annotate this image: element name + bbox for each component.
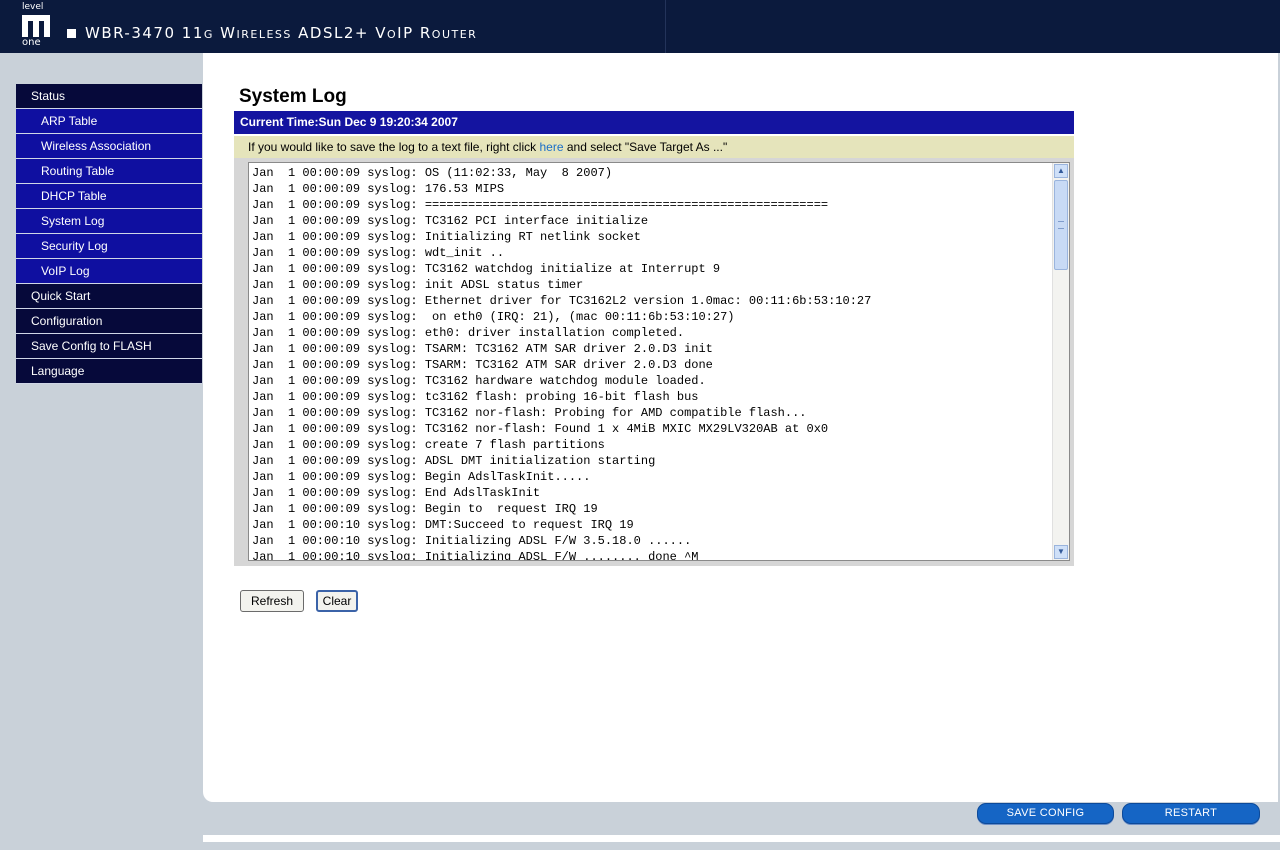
levelone-logo[interactable]: level one [20, 3, 56, 49]
header-bar: level one WBR-3470 11g Wireless ADSL2+ V… [0, 0, 1280, 53]
log-scrollbar[interactable]: ▲ ▼ [1052, 163, 1069, 560]
hint-text-before: If you would like to save the log to a t… [248, 140, 540, 154]
sidebar-item-status[interactable]: Status [16, 84, 202, 109]
main-content: System Log Current Time:Sun Dec 9 19:20:… [203, 53, 1278, 802]
sidebar-item-configuration[interactable]: Configuration [16, 309, 202, 334]
save-config-button[interactable]: SAVE CONFIG [977, 803, 1114, 824]
logo-mark-icon [22, 15, 50, 37]
restart-button[interactable]: RESTART [1122, 803, 1260, 824]
clear-button[interactable]: Clear [316, 590, 358, 612]
header-divider [665, 0, 666, 53]
sidebar-item-system-log[interactable]: System Log [16, 209, 202, 234]
refresh-button[interactable]: Refresh [240, 590, 304, 612]
hint-text-after: and select "Save Target As ..." [563, 140, 728, 154]
footer-strip [203, 835, 1280, 842]
log-frame: Jan 1 00:00:09 syslog: OS (11:02:33, May… [234, 158, 1074, 566]
scrollbar-thumb[interactable] [1054, 180, 1068, 270]
scroll-up-arrow-icon[interactable]: ▲ [1054, 164, 1068, 178]
sidebar-item-routing-table[interactable]: Routing Table [16, 159, 202, 184]
save-log-hint: If you would like to save the log to a t… [234, 136, 1074, 158]
scroll-down-arrow-icon[interactable]: ▼ [1054, 545, 1068, 559]
sidebar-item-save-config-to-flash[interactable]: Save Config to FLASH [16, 334, 202, 359]
sidebar-item-voip-log[interactable]: VoIP Log [16, 259, 202, 284]
sidebar-item-dhcp-table[interactable]: DHCP Table [16, 184, 202, 209]
system-log-text: Jan 1 00:00:09 syslog: OS (11:02:33, May… [252, 166, 872, 561]
thumb-grip-icon [1058, 221, 1064, 229]
router-model-title: WBR-3470 11g Wireless ADSL2+ VoIP Router [85, 24, 478, 42]
sidebar-item-wireless-association[interactable]: Wireless Association [16, 134, 202, 159]
square-bullet-icon [67, 29, 76, 38]
save-log-link[interactable]: here [539, 140, 563, 154]
system-log-textarea[interactable]: Jan 1 00:00:09 syslog: OS (11:02:33, May… [248, 162, 1070, 561]
logo-text-top: level [22, 2, 44, 12]
sidebar-item-arp-table[interactable]: ARP Table [16, 109, 202, 134]
logo-text-bottom: one [22, 37, 41, 48]
sidebar-item-quick-start[interactable]: Quick Start [16, 284, 202, 309]
sidebar-nav: Status ARP Table Wireless Association Routi… [16, 84, 202, 384]
current-time-bar: Current Time:Sun Dec 9 19:20:34 2007 [234, 111, 1074, 134]
sidebar-item-security-log[interactable]: Security Log [16, 234, 202, 259]
sidebar-item-language[interactable]: Language [16, 359, 202, 384]
page-title: System Log [239, 86, 347, 107]
